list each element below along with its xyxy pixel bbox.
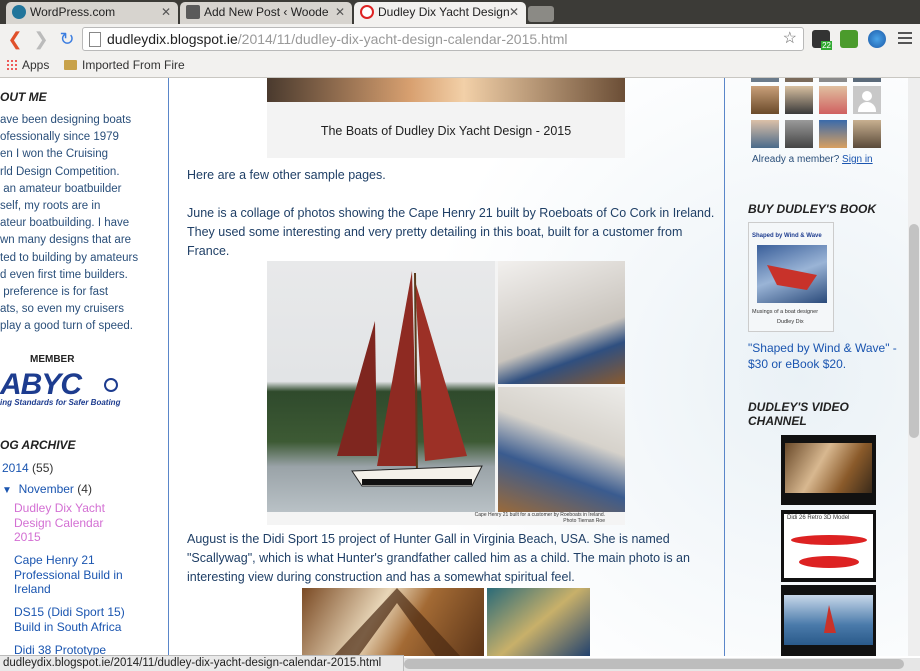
left-sidebar: OUT ME ave been designing boats ofession… [0,78,169,656]
status-bar-url: dudleydix.blogspot.ie/2014/11/dudley-dix… [0,655,404,671]
roof-beams-drawing [333,588,461,656]
hull-model-drawing [791,535,867,568]
wordpress-icon [12,5,26,19]
vertical-scrollbar[interactable] [908,78,920,656]
scrollbar-thumb[interactable] [404,659,904,669]
paragraph-june: June is a collage of photos showing the … [187,206,715,258]
video-thumbnail[interactable] [781,585,876,656]
video-title-label: Didi 26 Retro 3D Model [787,515,850,521]
already-member-text: Already a member? Sign in [752,154,873,165]
follower-avatar[interactable] [785,86,813,114]
abyc-logo[interactable]: ABYC [0,368,82,402]
sailboat-drawing [337,271,483,487]
archive-post-calendar-2015[interactable]: Dudley Dix Yacht Design Calendar 2015 [14,501,105,545]
url-path: /2014/11/dudley-dix-yacht-design-calenda… [237,31,568,47]
follower-avatar[interactable] [785,78,813,82]
close-icon[interactable]: ✕ [335,2,345,22]
archive-post-cape-henry[interactable]: Cape Henry 21 Professional Build in Irel… [14,553,123,597]
sailing-dinghy-drawing [824,605,836,633]
follower-avatar[interactable] [819,120,847,148]
member-label: MEMBER [30,354,75,365]
post-body: The Boats of Dudley Dix Yacht Design - 2… [169,78,725,656]
archive-year-2014[interactable]: 2014 (55) [2,461,53,476]
bookmarks-bar: Apps Imported From Fire [0,54,920,78]
august-workshop-photo[interactable] [487,588,590,656]
sign-in-link[interactable]: Sign in [842,154,873,165]
star-icon[interactable]: ☆ [783,28,797,50]
address-bar[interactable]: dudleydix.blogspot.ie/2014/11/dudley-dix… [82,27,804,51]
right-sidebar: Already a member? Sign in BUY DUDLEY'S B… [725,78,908,656]
book-cover-title: Shaped by Wind & Wave [752,233,822,239]
about-me-text: ave been designing boats ofessionally si… [0,114,139,333]
forward-icon[interactable]: ❯ [30,28,52,50]
follower-avatar[interactable] [751,86,779,114]
follower-avatar[interactable] [819,78,847,82]
tab-title: WordPress.com [30,5,116,19]
tab-title: Add New Post ‹ Woode [204,5,329,19]
paragraph-intro: Here are a few other sample pages. [187,168,386,182]
june-collage[interactable]: Cape Henry 21 built for a customer by Ro… [267,261,625,525]
back-icon[interactable]: ❮ [4,28,26,50]
about-me-heading: OUT ME [0,90,47,104]
default-avatar-icon[interactable] [853,86,881,114]
new-tab-button[interactable] [528,6,554,22]
buy-book-heading: BUY DUDLEY'S BOOK [748,202,876,216]
horizontal-scrollbar[interactable] [404,658,920,671]
video-thumbnail[interactable]: Didi 26 Retro 3D Model [781,510,876,582]
archive-post-ds15[interactable]: DS15 (Didi Sport 15) Build in South Afri… [14,605,125,634]
extension-badge-count: 22 [821,41,832,50]
follower-avatar[interactable] [853,120,881,148]
abyc-tagline: ing Standards for Safer Boating [0,398,121,407]
august-construction-photo[interactable] [302,588,484,656]
blogger-icon [360,5,374,19]
triangle-down-icon[interactable]: ▼ [2,485,12,496]
web-page: OUT ME ave been designing boats ofession… [0,78,908,656]
abyc-globe-icon [104,378,118,392]
apps-icon [6,59,17,70]
extension-badge-icon[interactable]: 22 [812,30,832,50]
cabin-photo-2 [498,387,625,512]
video-thumbnail[interactable] [781,435,876,505]
photo-caption: The Boats of Dudley Dix Yacht Design - 2… [320,124,572,138]
url-host: dudleydix.blogspot.ie [107,31,238,47]
follower-avatar[interactable] [819,86,847,114]
tab-title: Dudley Dix Yacht Design [378,5,510,19]
book-boat-drawing [767,265,817,290]
book-price-link[interactable]: "Shaped by Wind & Wave" - $30 or eBook $… [748,340,908,372]
close-icon[interactable]: ✕ [161,2,171,22]
follower-avatar[interactable] [785,120,813,148]
book-cover-subtitle: Musings of a boat designer [752,309,819,315]
blog-archive-heading: OG ARCHIVE [0,438,76,452]
photo-credit: Cape Henry 21 built for a customer by Ro… [474,512,605,524]
book-cover-author: Dudley Dix [777,319,804,325]
close-icon[interactable]: ✕ [509,2,519,22]
page-icon [186,5,200,19]
book-cover-photo [757,245,827,303]
folder-icon [64,60,77,70]
tab-add-new-post[interactable]: Add New Post ‹ Woode ✕ [180,2,352,24]
follower-avatar[interactable] [751,120,779,148]
reload-icon[interactable]: ↻ [56,28,78,50]
tab-strip: WordPress.com ✕ Add New Post ‹ Woode ✕ D… [0,0,920,24]
cabin-photo-1 [498,261,625,384]
archive-month-november[interactable]: ▼ November (4) [2,482,92,499]
calendar-cover-photo[interactable] [267,78,625,102]
bookmark-imported-folder[interactable]: Imported From Fire [64,58,188,73]
book-cover-image[interactable]: Shaped by Wind & Wave Musings of a boat … [748,222,834,332]
follower-avatar[interactable] [853,78,881,82]
sailboat-photo [267,261,495,512]
paragraph-august: August is the Didi Sport 15 project of H… [187,532,690,584]
follower-avatar[interactable] [751,78,779,82]
tab-dudley-dix[interactable]: Dudley Dix Yacht Design ✕ [354,2,526,24]
globe-icon[interactable] [868,30,886,48]
extension-icon[interactable] [840,30,858,48]
browser-toolbar: ❮ ❯ ↻ dudleydix.blogspot.ie/2014/11/dudl… [0,24,920,54]
scrollbar-thumb[interactable] [909,224,919,438]
bookmark-apps[interactable]: Apps [6,58,49,73]
video-channel-heading: DUDLEY'S VIDEO CHANNEL [748,400,849,428]
tab-wordpress[interactable]: WordPress.com ✕ [6,2,178,24]
page-icon [89,32,101,47]
menu-icon[interactable] [898,32,912,47]
